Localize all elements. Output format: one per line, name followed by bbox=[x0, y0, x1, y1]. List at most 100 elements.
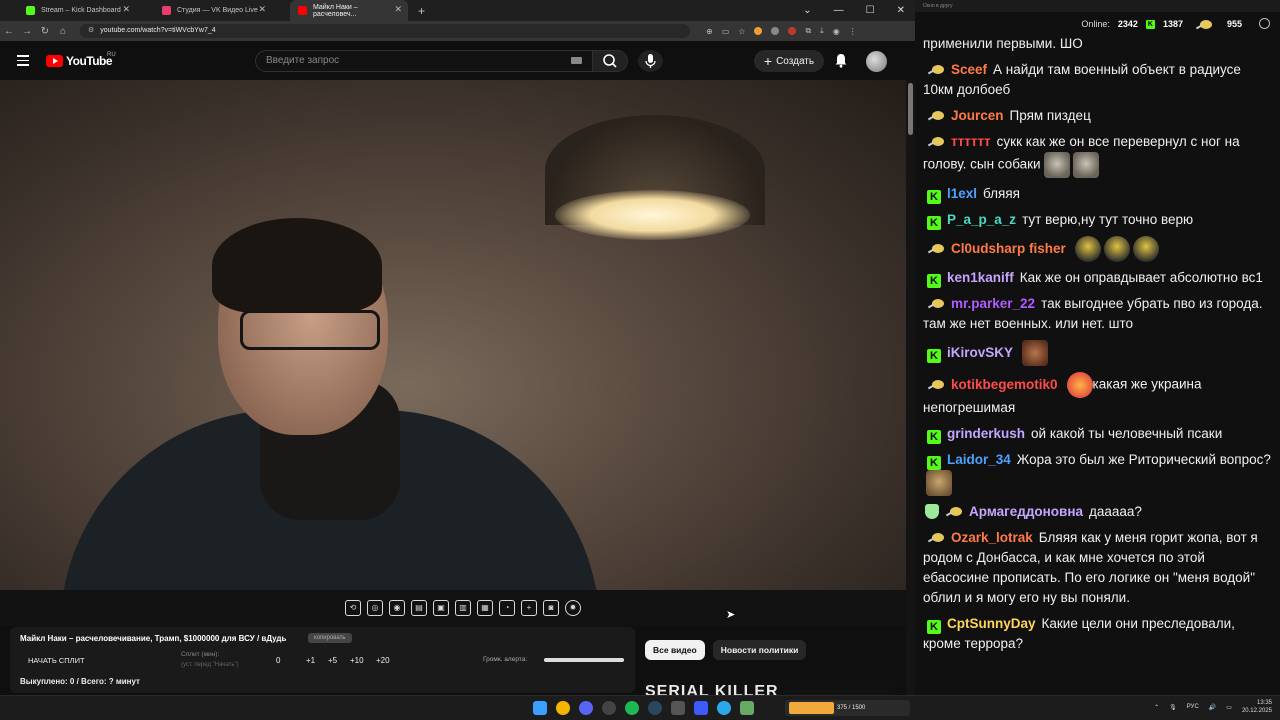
add-5-button[interactable]: +5 bbox=[328, 656, 350, 665]
chat-username[interactable]: Sceef bbox=[951, 62, 987, 77]
telegram-icon[interactable] bbox=[717, 701, 731, 715]
extensions-puzzle-icon[interactable]: ⧉ bbox=[805, 26, 811, 36]
chat-username[interactable]: ken1kaniff bbox=[947, 270, 1014, 285]
chat-username[interactable]: l1exl bbox=[947, 186, 977, 201]
chat-message: K CptSunnyDay Какие цели они преследовали,… bbox=[923, 614, 1273, 654]
new-tab-button[interactable]: + bbox=[418, 4, 425, 18]
settings-gear-icon[interactable]: ✹ bbox=[565, 600, 581, 616]
chip-politics-news[interactable]: Новости политики bbox=[712, 640, 807, 660]
chat-username[interactable]: kotikbegemotik0 bbox=[951, 377, 1058, 392]
chat-username[interactable]: тттттт bbox=[951, 134, 991, 149]
chat-username[interactable]: iKirovSKY bbox=[947, 345, 1013, 360]
chat-username[interactable]: grinderkush bbox=[947, 426, 1025, 441]
minimize-icon[interactable]: — bbox=[834, 5, 844, 16]
tools-icon[interactable] bbox=[740, 701, 754, 715]
spotify-icon[interactable] bbox=[625, 701, 639, 715]
player-tools-strip: ⟲ ◎ ◉ ▤ ▣ ▥ ▦ ◔ + ◙ ✹ bbox=[0, 590, 906, 626]
chevron-down-icon[interactable]: ⌄ bbox=[803, 5, 811, 16]
add-20-button[interactable]: +20 bbox=[376, 656, 390, 665]
steam-icon[interactable] bbox=[648, 701, 662, 715]
pepe-emote-icon bbox=[1132, 236, 1159, 262]
tab-vk-studio[interactable]: Студия — VK Видео Live ✕ bbox=[154, 0, 272, 21]
search-button[interactable] bbox=[592, 50, 628, 72]
screenshot-camera-icon[interactable]: ◙ bbox=[543, 600, 559, 616]
extension-red-icon[interactable] bbox=[788, 27, 797, 35]
chat-username[interactable]: Ozark_lotrak bbox=[951, 530, 1033, 545]
volume-icon[interactable]: 🔊 bbox=[1209, 704, 1216, 711]
picture-in-picture-icon[interactable]: ▣ bbox=[433, 600, 449, 616]
youtube-favicon-icon bbox=[298, 6, 307, 15]
keyboard-icon[interactable] bbox=[571, 57, 582, 64]
add-10-button[interactable]: +10 bbox=[350, 656, 376, 665]
extension-gray-icon[interactable] bbox=[771, 27, 780, 35]
mic-tray-icon[interactable]: 🎙 bbox=[1169, 704, 1177, 711]
download-icon[interactable]: ⤓ bbox=[820, 26, 824, 36]
copy-title-button[interactable]: копировать bbox=[308, 633, 352, 643]
recommended-thumbnail[interactable]: SERIAL KILLER bbox=[645, 680, 895, 695]
watch-icon[interactable]: ◉ bbox=[389, 600, 405, 616]
app-icon[interactable] bbox=[694, 701, 708, 715]
add-1-button[interactable]: +1 bbox=[306, 656, 328, 665]
youtube-logo[interactable]: YouTube bbox=[46, 54, 113, 68]
chat-username[interactable]: Jourcen bbox=[951, 108, 1004, 123]
broadcast-icon[interactable]: ◎ bbox=[367, 600, 383, 616]
start-split-button[interactable]: НАЧАТЬ СПЛИТ bbox=[28, 656, 85, 665]
fire-emote-icon bbox=[1066, 372, 1093, 398]
theater-icon[interactable]: ▥ bbox=[455, 600, 471, 616]
back-icon[interactable]: ← bbox=[0, 26, 18, 37]
stream-counter-widget[interactable]: 375 / 1500 bbox=[785, 700, 910, 716]
alert-volume-fill bbox=[544, 658, 624, 662]
url-field[interactable]: ⚙ youtube.com/watch?v=tiWVcbYw7_4 bbox=[80, 24, 690, 38]
menu-dots-icon[interactable]: ⋮ bbox=[849, 27, 857, 36]
network-icon[interactable]: ▭ bbox=[1226, 704, 1232, 711]
start-windows-icon[interactable] bbox=[533, 701, 547, 715]
chrome-icon[interactable] bbox=[556, 701, 570, 715]
page-scrollbar[interactable] bbox=[906, 80, 915, 695]
chat-settings-icon[interactable] bbox=[1259, 18, 1270, 29]
split-controls: 0 +1 +5 +10 +20 bbox=[276, 656, 390, 665]
discord-icon[interactable] bbox=[579, 701, 593, 715]
close-tab-icon[interactable]: ✕ bbox=[258, 4, 266, 15]
cinema-icon[interactable]: ▦ bbox=[477, 600, 493, 616]
voice-search-button[interactable] bbox=[638, 50, 663, 72]
scrollbar-thumb[interactable] bbox=[908, 83, 913, 135]
speed-icon[interactable]: ◔ bbox=[499, 600, 515, 616]
hamburger-menu-icon[interactable] bbox=[17, 55, 29, 66]
tab-youtube-video[interactable]: Майкл Наки – расчеловеч... ✕ bbox=[290, 0, 408, 21]
close-icon[interactable]: ✕ bbox=[897, 5, 905, 16]
create-button[interactable]: + Создать bbox=[754, 50, 824, 72]
zoom-icon[interactable]: ⊕ bbox=[706, 27, 713, 36]
cast-icon[interactable]: ▭ bbox=[722, 27, 730, 36]
avatar[interactable] bbox=[866, 51, 887, 72]
close-tab-icon[interactable]: ✕ bbox=[122, 4, 130, 15]
forward-icon[interactable]: → bbox=[18, 26, 36, 37]
site-info-icon[interactable]: ⚙ bbox=[88, 24, 94, 38]
chat-username[interactable]: Армагеддоновна bbox=[969, 504, 1083, 519]
clapper-icon[interactable]: ▤ bbox=[411, 600, 427, 616]
chat-username[interactable]: Cl0udsharp fisher bbox=[951, 241, 1066, 256]
chat-username[interactable]: mr.parker_22 bbox=[951, 296, 1035, 311]
media-player-icon[interactable] bbox=[671, 701, 685, 715]
maximize-icon[interactable]: ☐ bbox=[866, 5, 875, 16]
video-player[interactable] bbox=[0, 80, 906, 590]
chat-username[interactable]: Laidor_34 bbox=[947, 452, 1011, 467]
alert-volume-slider[interactable] bbox=[544, 658, 624, 662]
loop-icon[interactable]: ⟲ bbox=[345, 600, 361, 616]
chip-all-videos[interactable]: Все видео bbox=[645, 640, 705, 660]
notifications-bell-icon[interactable] bbox=[834, 53, 848, 68]
profile-icon[interactable]: ◉ bbox=[833, 27, 840, 36]
extension-orange-icon[interactable] bbox=[754, 27, 763, 35]
chat-username[interactable]: P_a_p_a_z bbox=[947, 212, 1016, 227]
clock[interactable]: 13:35 20.12.2025 bbox=[1242, 699, 1272, 715]
obs-icon[interactable] bbox=[602, 701, 616, 715]
tray-chevron-icon[interactable]: ⌃ bbox=[1154, 704, 1159, 711]
bookmark-star-icon[interactable]: ☆ bbox=[738, 27, 745, 36]
add-icon[interactable]: + bbox=[521, 600, 537, 616]
close-tab-icon[interactable]: ✕ bbox=[394, 4, 402, 15]
reload-icon[interactable]: ↻ bbox=[36, 26, 54, 37]
language-indicator[interactable]: РУС bbox=[1187, 704, 1199, 710]
home-icon[interactable]: ⌂ bbox=[54, 26, 72, 37]
search-input[interactable]: Введите запрос bbox=[255, 50, 592, 72]
chat-username[interactable]: CptSunnyDay bbox=[947, 616, 1036, 631]
tab-kick-dashboard[interactable]: Stream – Kick Dashboard ✕ bbox=[18, 0, 136, 21]
